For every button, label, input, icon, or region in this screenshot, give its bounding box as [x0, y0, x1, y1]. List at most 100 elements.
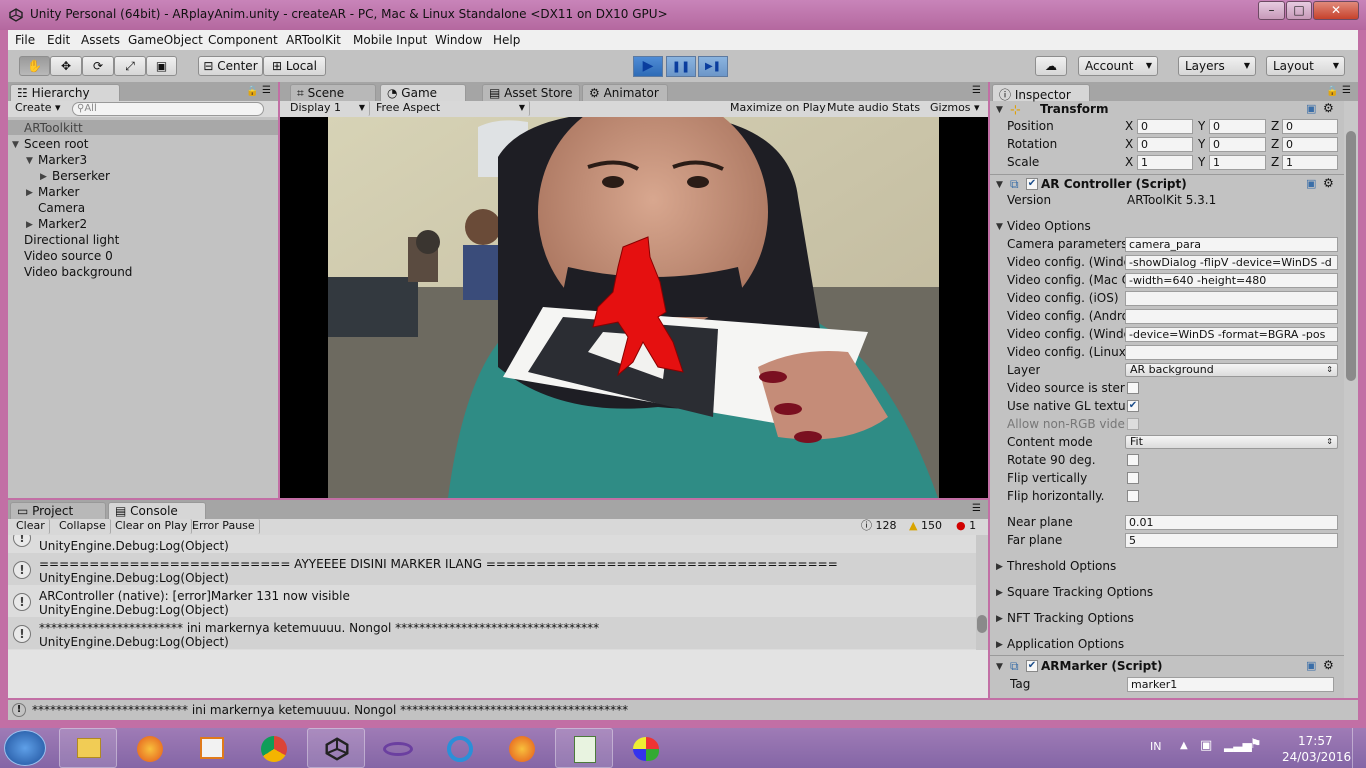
aspect-dropdown[interactable]: Free Aspect ▼ — [372, 101, 530, 116]
content-mode-dropdown[interactable]: Fit ⇕ — [1125, 435, 1338, 449]
pivot-local-button[interactable]: ⊞ Local — [263, 56, 326, 76]
close-button[interactable]: ✕ — [1313, 1, 1359, 20]
clock-date[interactable]: 24/03/2016 — [1282, 750, 1351, 764]
create-dropdown[interactable]: Create ▾ — [11, 101, 65, 116]
position-z-field[interactable]: 0 — [1282, 119, 1338, 134]
visual-studio-icon[interactable] — [369, 728, 427, 768]
tab-animator[interactable]: ⚙ Animator — [582, 84, 668, 101]
position-y-field[interactable]: 0 — [1209, 119, 1266, 134]
video-config-windows-store-field[interactable]: -device=WinDS -format=BGRA -pos — [1125, 327, 1338, 342]
console-row[interactable]: ! ========================= AYYEEEE DISI… — [8, 553, 976, 585]
move-tool-button[interactable]: ✥ — [50, 56, 82, 76]
video-config-mac-field[interactable]: -width=640 -height=480 — [1125, 273, 1338, 288]
nft-tracking-options-foldout[interactable]: NFT Tracking Options — [1007, 611, 1134, 625]
pause-button[interactable]: ❚❚ — [666, 56, 696, 77]
tab-scene[interactable]: ⌗ Scene — [290, 84, 376, 101]
video-config-linux-field[interactable] — [1125, 345, 1338, 360]
firefox-icon[interactable] — [121, 728, 179, 768]
expand-arrow-icon[interactable]: ▼ — [996, 662, 1003, 672]
step-button[interactable]: ▶❚ — [698, 56, 728, 77]
chrome-icon[interactable] — [245, 728, 303, 768]
notepad-icon[interactable] — [555, 728, 613, 768]
minimize-button[interactable]: – — [1258, 1, 1285, 20]
hierarchy-item-berserker[interactable]: Berserker — [52, 169, 110, 183]
rotation-z-field[interactable]: 0 — [1282, 137, 1338, 152]
layer-dropdown[interactable]: AR background ⇕ — [1125, 363, 1338, 377]
hierarchy-search-input[interactable]: ⚲All — [72, 102, 264, 116]
menu-artoolkit[interactable]: ARToolKit — [286, 33, 341, 47]
native-gl-texture-checkbox[interactable]: ✔ — [1127, 400, 1139, 412]
file-explorer-icon[interactable] — [59, 728, 117, 768]
error-count-toggle[interactable]: ● 1 — [952, 519, 982, 534]
hand-tool-button[interactable]: ✋ — [19, 56, 50, 76]
ie-icon[interactable] — [431, 728, 489, 768]
ar-marker-header[interactable]: ARMarker (Script) — [1041, 659, 1162, 673]
menu-component[interactable]: Component — [208, 33, 278, 47]
help-icon[interactable]: ▣ — [1306, 102, 1316, 115]
scrollbar-thumb[interactable] — [1346, 131, 1356, 381]
component-enabled-checkbox[interactable]: ✔ — [1026, 178, 1038, 190]
collapse-arrow-icon[interactable]: ▶ — [40, 172, 47, 182]
video-config-windows-field[interactable]: -showDialog -flipV -device=WinDS -d — [1125, 255, 1338, 270]
gear-icon[interactable]: ⚙ — [1323, 658, 1334, 672]
rotation-x-field[interactable]: 0 — [1137, 137, 1193, 152]
position-x-field[interactable]: 0 — [1137, 119, 1193, 134]
error-pause-toggle[interactable]: Error Pause — [188, 519, 260, 534]
square-tracking-options-foldout[interactable]: Square Tracking Options — [1007, 585, 1153, 599]
play-button[interactable]: ▶ — [633, 56, 663, 77]
log-count-toggle[interactable]: ⓘ 128 — [857, 519, 901, 534]
rotate-tool-button[interactable]: ⟳ — [82, 56, 114, 76]
start-orb-icon[interactable] — [4, 730, 46, 766]
action-center-icon[interactable]: ⚑ — [1250, 737, 1262, 752]
tag-field[interactable]: marker1 — [1127, 677, 1334, 692]
expand-arrow-icon[interactable]: ▼ — [996, 105, 1003, 115]
menu-edit[interactable]: Edit — [47, 33, 70, 47]
camera-parameters-field[interactable]: camera_para — [1125, 237, 1338, 252]
paint-icon[interactable] — [617, 728, 675, 768]
expand-arrow-icon[interactable]: ▼ — [996, 222, 1003, 232]
game-viewport[interactable] — [280, 117, 988, 498]
collapse-arrow-icon[interactable]: ▶ — [26, 188, 33, 198]
panel-menu-icon[interactable]: ☰ — [262, 85, 271, 96]
tab-game[interactable]: ◔ Game — [380, 84, 466, 101]
pivot-center-button[interactable]: ⊟ Center — [198, 56, 263, 76]
collapse-arrow-icon[interactable]: ▶ — [996, 640, 1003, 650]
maximize-button[interactable]: □ — [1286, 1, 1312, 20]
gear-icon[interactable]: ⚙ — [1323, 101, 1334, 115]
menu-help[interactable]: Help — [493, 33, 520, 47]
collapse-arrow-icon[interactable]: ▶ — [26, 220, 33, 230]
video-source-stereo-checkbox[interactable] — [1127, 382, 1139, 394]
panel-menu-icon[interactable]: ☰ — [1342, 85, 1351, 96]
console-row[interactable]: ! ************************ ini markernya… — [8, 617, 976, 649]
far-plane-field[interactable]: 5 — [1125, 533, 1338, 548]
help-icon[interactable]: ▣ — [1306, 659, 1316, 672]
maximize-on-play-toggle[interactable]: Maximize on Play — [726, 101, 830, 116]
title-bar[interactable]: Unity Personal (64bit) - ARplayAnim.unit… — [0, 0, 1366, 30]
expand-arrow-icon[interactable]: ▼ — [12, 140, 19, 150]
mute-audio-toggle[interactable]: Mute audio — [823, 101, 893, 116]
video-options-foldout[interactable]: Video Options — [1007, 219, 1091, 233]
tray-app-icon[interactable]: ▣ — [1200, 738, 1212, 753]
stats-toggle[interactable]: Stats — [888, 101, 924, 116]
expand-arrow-icon[interactable]: ▼ — [26, 156, 33, 166]
clock-time[interactable]: 17:57 — [1298, 734, 1333, 748]
scale-z-field[interactable]: 1 — [1282, 155, 1338, 170]
hierarchy-item-video-source[interactable]: Video source 0 — [24, 249, 113, 263]
cloud-button[interactable]: ☁ — [1035, 56, 1067, 76]
menu-assets[interactable]: Assets — [81, 33, 120, 47]
menu-window[interactable]: Window — [435, 33, 482, 47]
firefox-icon[interactable] — [493, 728, 551, 768]
hierarchy-item-marker3[interactable]: Marker3 — [38, 153, 87, 167]
menu-mobile-input[interactable]: Mobile Input — [353, 33, 427, 47]
rotate-90-checkbox[interactable] — [1127, 454, 1139, 466]
component-enabled-checkbox[interactable]: ✔ — [1026, 660, 1038, 672]
threshold-options-foldout[interactable]: Threshold Options — [1007, 559, 1116, 573]
lock-icon[interactable]: 🔒 — [1326, 86, 1338, 97]
panel-menu-icon[interactable]: ☰ — [972, 503, 981, 514]
tab-hierarchy[interactable]: ☷ Hierarchy — [10, 84, 120, 101]
inspector-scrollbar[interactable] — [1344, 101, 1358, 698]
media-player-icon[interactable] — [183, 728, 241, 768]
gear-icon[interactable]: ⚙ — [1323, 176, 1334, 190]
network-icon[interactable]: ▂▃▅ — [1224, 738, 1252, 752]
gizmos-dropdown[interactable]: Gizmos ▾ — [926, 101, 984, 116]
